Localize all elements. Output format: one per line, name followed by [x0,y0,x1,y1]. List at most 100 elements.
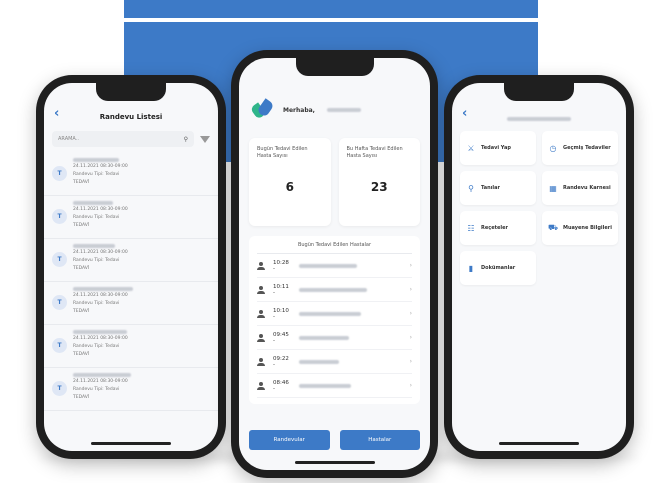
person-icon [257,261,265,270]
patient-row[interactable]: 10:10 - › [257,302,412,326]
patient-name [299,359,402,364]
item-content: 24.11.2021 08:30-09:00 Randevu Tipi: Ted… [73,287,133,315]
person-icon [257,357,265,366]
patient-name [299,335,402,340]
patient-name [299,311,402,316]
list-item[interactable]: T 24.11.2021 08:30-09:00 Randevu Tipi: T… [44,282,218,325]
background-bar [124,0,538,18]
menu-label: Tedavi Yap [481,145,511,151]
redacted-name [73,373,131,377]
avatar: T [52,166,67,181]
section-title: Bugün Tedavi Edilen Hastalar [257,242,412,254]
patient-row[interactable]: 09:45 - › [257,326,412,350]
home-indicator [294,461,375,464]
person-icon [257,285,265,294]
menu-label: Tanılar [481,185,500,191]
search-placeholder: ARAMA.. [58,136,79,142]
back-arrow-icon[interactable]: ‹ [462,106,467,121]
avatar: T [52,209,67,224]
patient-name [299,263,402,268]
item-date: 24.11.2021 08:30-09:00 [73,379,128,384]
redacted-name [73,158,119,162]
phone-appointment-list: ‹ Randevu Listesi ARAMA.. ⚲ T 24.11.2021… [36,75,226,459]
bottom-action-bar: Randevular Hastalar [239,430,430,450]
back-arrow-icon[interactable]: ‹ [54,106,59,121]
item-type: Randevu Tipi: Tedavi [73,301,120,306]
page-title: Randevu Listesi [99,113,163,121]
item-status: TEDAVİ [73,223,90,228]
screen-appointment-list: ‹ Randevu Listesi ARAMA.. ⚲ T 24.11.2021… [44,83,218,451]
item-status: TEDAVİ [73,352,90,357]
menu-label: Dokümanlar [481,265,516,271]
stat-value: 6 [285,180,294,194]
appointment-time: 09:22 - [273,355,289,368]
item-type: Randevu Tipi: Tedavi [73,172,120,177]
person-icon [257,309,265,318]
menu-randevu-karnesi[interactable]: ▦ Randevu Karnesi [542,171,618,205]
item-content: 24.11.2021 08:30-09:00 Randevu Tipi: Ted… [73,373,131,401]
list-item[interactable]: T 24.11.2021 08:30-09:00 Randevu Tipi: T… [44,196,218,239]
list-item[interactable]: T 24.11.2021 08:30-09:00 Randevu Tipi: T… [44,239,218,282]
menu-grid: ⚔ Tedavi Yap ◷ Geçmiş Tedaviler ⚲ Tanıla… [452,127,626,289]
item-date: 24.11.2021 08:30-09:00 [73,207,128,212]
home-indicator [91,442,171,445]
appointment-time: 10:28 - [273,259,289,272]
stat-label: Bugün Tedavi Edilen Hasta Sayısı [257,146,308,159]
list-item[interactable]: T 24.11.2021 08:30-09:00 Randevu Tipi: T… [44,153,218,196]
appointment-time: 08:46 - [273,379,289,392]
appointment-time: 10:10 - [273,307,289,320]
medical-bag-icon: ⛟ [547,223,559,232]
menu-muayene-bilgileri[interactable]: ⛟ Muayene Bilgileri [542,211,618,245]
patients-button[interactable]: Hastalar [339,430,420,450]
appointments-button[interactable]: Randevular [249,430,330,450]
patient-row[interactable]: 09:22 - › [257,350,412,374]
screen-patient-menu: ‹ ⚔ Tedavi Yap ◷ Geçmiş Tedaviler ⚲ Tanı… [452,83,626,451]
menu-dokumanlar[interactable]: ▮ Dokümanlar [460,251,536,285]
chevron-right-icon: › [409,286,412,293]
phone-dashboard: Merhaba, Bugün Tedavi Edilen Hasta Sayıs… [231,50,438,478]
menu-gecmis-tedaviler[interactable]: ◷ Geçmiş Tedaviler [542,131,618,165]
item-status: TEDAVİ [73,180,90,185]
phone-notch [504,83,574,101]
menu-tanilar[interactable]: ⚲ Tanılar [460,171,536,205]
avatar: T [52,295,67,310]
menu-label: Randevu Karnesi [563,185,611,191]
document-icon: ▮ [468,263,474,273]
list-item[interactable]: T 24.11.2021 08:30-09:00 Randevu Tipi: T… [44,368,218,411]
tooth-icon: ⚔ [467,143,475,153]
avatar: T [52,252,67,267]
item-content: 24.11.2021 08:30-09:00 Randevu Tipi: Ted… [73,330,128,358]
list-item[interactable]: T 24.11.2021 08:30-09:00 Randevu Tipi: T… [44,325,218,368]
phone-patient-menu: ‹ ⚔ Tedavi Yap ◷ Geçmiş Tedaviler ⚲ Tanı… [444,75,634,459]
search-input[interactable]: ARAMA.. ⚲ [52,131,194,147]
patient-name [299,383,402,388]
item-date: 24.11.2021 08:30-09:00 [73,250,128,255]
menu-label: Reçeteler [481,225,508,231]
patient-row[interactable]: 10:11 - › [257,278,412,302]
menu-label: Muayene Bilgileri [563,225,612,231]
person-icon [257,333,265,342]
filter-icon[interactable] [200,135,210,143]
search-icon: ⚲ [468,183,474,193]
menu-receteler[interactable]: ☷ Reçeteler [460,211,536,245]
stat-value: 23 [370,180,388,194]
showcase-stage: ‹ Randevu Listesi ARAMA.. ⚲ T 24.11.2021… [0,0,657,483]
item-content: 24.11.2021 08:30-09:00 Randevu Tipi: Ted… [73,201,128,229]
menu-tedavi-yap[interactable]: ⚔ Tedavi Yap [460,131,536,165]
item-type: Randevu Tipi: Tedavi [73,258,120,263]
home-indicator [499,442,579,445]
chevron-right-icon: › [409,382,412,389]
redacted-name [73,244,115,248]
patient-row[interactable]: 08:46 - › [257,374,412,398]
appointment-time: 09:45 - [273,331,289,344]
phone-notch [295,58,374,76]
redacted-name [73,287,133,291]
greeting: Merhaba, [283,106,315,114]
item-content: 24.11.2021 08:30-09:00 Randevu Tipi: Ted… [73,244,128,272]
chevron-right-icon: › [409,310,412,317]
clock-icon: ◷ [549,143,557,153]
patient-row[interactable]: 10:28 - › [257,254,412,278]
item-type: Randevu Tipi: Tedavi [73,387,120,392]
calendar-icon: ▦ [549,183,557,193]
app-logo [249,98,275,122]
